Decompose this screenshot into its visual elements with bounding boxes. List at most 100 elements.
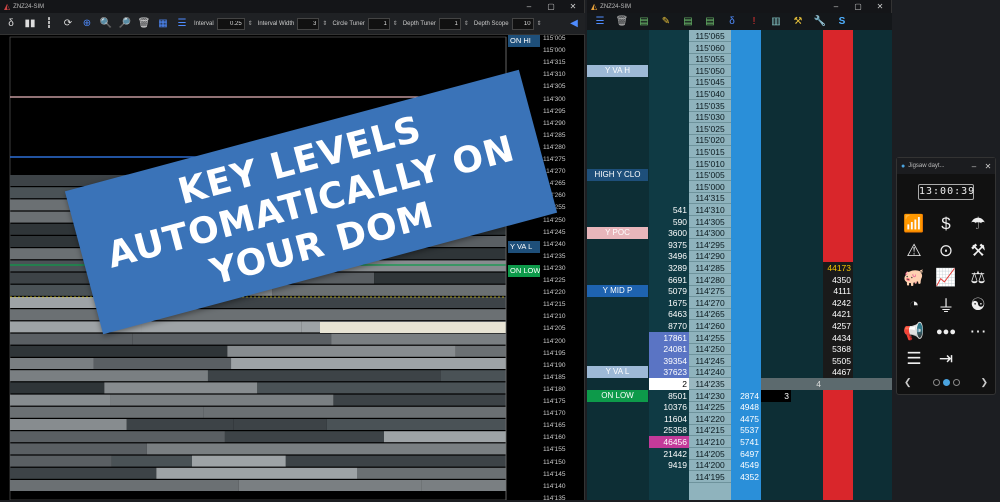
delta-icon[interactable]: δ <box>725 16 739 27</box>
dom-ask-cell: 5505 <box>823 354 853 367</box>
dom-price-cell: 115'025 <box>689 123 731 135</box>
chevron-left-icon[interactable]: ❮ <box>904 377 912 388</box>
chevron-right-icon[interactable]: ❯ <box>980 377 988 388</box>
maximize-button[interactable]: ▢ <box>540 2 562 11</box>
minimize-button[interactable]: – <box>825 2 847 11</box>
dom-price-cell: 114'245 <box>689 355 731 367</box>
alert-icon[interactable]: ! <box>747 16 761 27</box>
close-button[interactable]: ✕ <box>869 2 891 11</box>
minimize-button[interactable]: – <box>967 162 981 171</box>
umbrella-icon[interactable]: ☂ <box>962 210 994 237</box>
doc-check-icon[interactable]: ▤ <box>703 16 717 27</box>
heatmap-band <box>10 370 208 382</box>
dom-price-cell: 114'240 <box>689 366 731 379</box>
interval-width-spinner[interactable]: ⇕ <box>322 20 327 27</box>
page-dot[interactable] <box>952 379 960 386</box>
close-button[interactable]: ✕ <box>562 2 584 11</box>
wifi-icon[interactable]: 📶 <box>898 210 930 237</box>
menu-lines-icon[interactable]: ☰ <box>175 17 189 31</box>
megaphone-icon[interactable]: 📢 <box>898 318 930 345</box>
interval-spinner[interactable]: ⇕ <box>248 20 253 27</box>
heatmap-band <box>383 431 506 443</box>
traffic-light-icon[interactable]: ●●● <box>930 318 962 345</box>
dom-volume-cell: 46456 <box>649 436 689 448</box>
dom-price-cell: 114'225 <box>689 401 731 414</box>
minimize-button[interactable]: – <box>518 2 540 11</box>
depth-tuner-input[interactable] <box>438 17 461 30</box>
chart-line-icon[interactable]: 📈 <box>930 264 962 291</box>
warning-icon[interactable]: ⚠ <box>898 237 930 264</box>
owl-icon[interactable]: ☯ <box>962 291 994 318</box>
heatmap-band <box>10 382 105 394</box>
heatmap-band <box>192 455 286 467</box>
crosshair-icon[interactable]: ⊕ <box>80 17 94 31</box>
sign-in-icon[interactable]: ⇥ <box>930 345 962 372</box>
price-axis-label: 114'230 <box>543 264 566 272</box>
wrench-icon[interactable]: 🔧 <box>813 16 827 27</box>
chevron-circle-icon[interactable]: ⊙ <box>930 237 962 264</box>
interval-input[interactable] <box>216 17 245 30</box>
zoom-in-icon[interactable]: 🔍 <box>99 17 113 31</box>
heatmap-band-highlight <box>320 322 506 333</box>
trash-icon[interactable]: 🗑 <box>615 16 629 27</box>
heatmap-band <box>10 455 112 467</box>
price-axis-label: 114'150 <box>543 458 566 466</box>
scales-icon[interactable]: ⚖ <box>962 264 994 291</box>
dom-price-cell: 114'235 <box>689 378 731 390</box>
dom-price-cell: 115'050 <box>689 65 731 77</box>
refresh-icon[interactable]: ⟳ <box>61 17 75 31</box>
dom-volume-cell: 3496 <box>668 251 687 262</box>
grid-icon[interactable]: ▦ <box>156 17 170 31</box>
circle-tuner-spinner[interactable]: ⇕ <box>393 20 398 27</box>
price-axis-label: 114'250 <box>543 216 566 224</box>
circle-tuner-label: Circle Tuner <box>332 20 365 27</box>
price-axis-label: 114'175 <box>543 398 566 405</box>
collapse-arrow-icon[interactable]: ◀ <box>567 17 581 31</box>
dollar-icon[interactable]: $ <box>930 210 962 237</box>
price-axis-label: 114'145 <box>543 470 566 478</box>
tools-icon[interactable]: ⚒ <box>791 16 805 27</box>
heatmap-band <box>333 394 506 406</box>
s-logo-icon[interactable]: S <box>835 16 849 27</box>
doc-edit-icon[interactable]: ✎ <box>659 16 673 27</box>
dom-price-cell: 114'280 <box>689 274 731 286</box>
heatmap-band <box>10 431 225 443</box>
dom-volume-cell: 3600 <box>668 228 687 239</box>
gauge-icon[interactable]: ◔ <box>898 291 930 318</box>
plug-icon[interactable]: ⏚ <box>930 291 962 318</box>
gavel-icon[interactable]: ⚒ <box>962 237 994 264</box>
depth-tuner-spinner[interactable]: ⇕ <box>464 20 469 27</box>
heatmap-band <box>331 333 506 345</box>
maximize-button[interactable]: ▢ <box>847 2 869 11</box>
depth-scope-spinner[interactable]: ⇕ <box>537 20 542 27</box>
doc-green-icon[interactable]: ▤ <box>637 16 651 27</box>
heatmap-band <box>110 394 334 406</box>
delta-icon[interactable]: δ <box>4 17 18 31</box>
chart-title: ZNZ24-SIM <box>13 3 45 10</box>
price-axis-label: 114'195 <box>543 349 566 357</box>
price-axis-label: 114'220 <box>543 289 566 297</box>
depth-scope-input[interactable] <box>511 17 534 30</box>
dom-ladder[interactable]: 115'065 115'060 115'055 Y VA H 115'050 115'04… <box>587 30 892 500</box>
price-axis-label: 114'180 <box>543 385 566 393</box>
chart-level-tag: ON HI <box>508 35 540 47</box>
trash-icon[interactable]: 🗑 <box>137 17 151 31</box>
more-icon[interactable]: ⋯ <box>962 318 994 345</box>
candle-icon[interactable]: ┇ <box>42 17 56 31</box>
circle-tuner-input[interactable] <box>367 17 390 30</box>
interval-width-input[interactable] <box>297 17 320 30</box>
price-axis-label: 114'190 <box>543 361 566 369</box>
piggy-bank-icon[interactable]: 🐖 <box>898 264 930 291</box>
page-dot[interactable] <box>932 379 940 386</box>
report-icon[interactable]: ▥ <box>769 16 783 27</box>
menu-lines-icon[interactable]: ☰ <box>593 16 607 27</box>
dom-ask-cell: 4257 <box>823 320 853 332</box>
zoom-out-icon[interactable]: 🔎 <box>118 17 132 31</box>
dom-volume-cell: 39354 <box>649 354 689 367</box>
bars-icon[interactable]: ▮▮ <box>23 17 37 31</box>
doc-add-icon[interactable]: ▤ <box>681 16 695 27</box>
close-button[interactable]: ✕ <box>981 162 995 171</box>
list-circle-icon[interactable]: ☰ <box>898 345 930 372</box>
page-dot-active[interactable] <box>942 379 950 386</box>
heatmap-band <box>10 333 133 345</box>
